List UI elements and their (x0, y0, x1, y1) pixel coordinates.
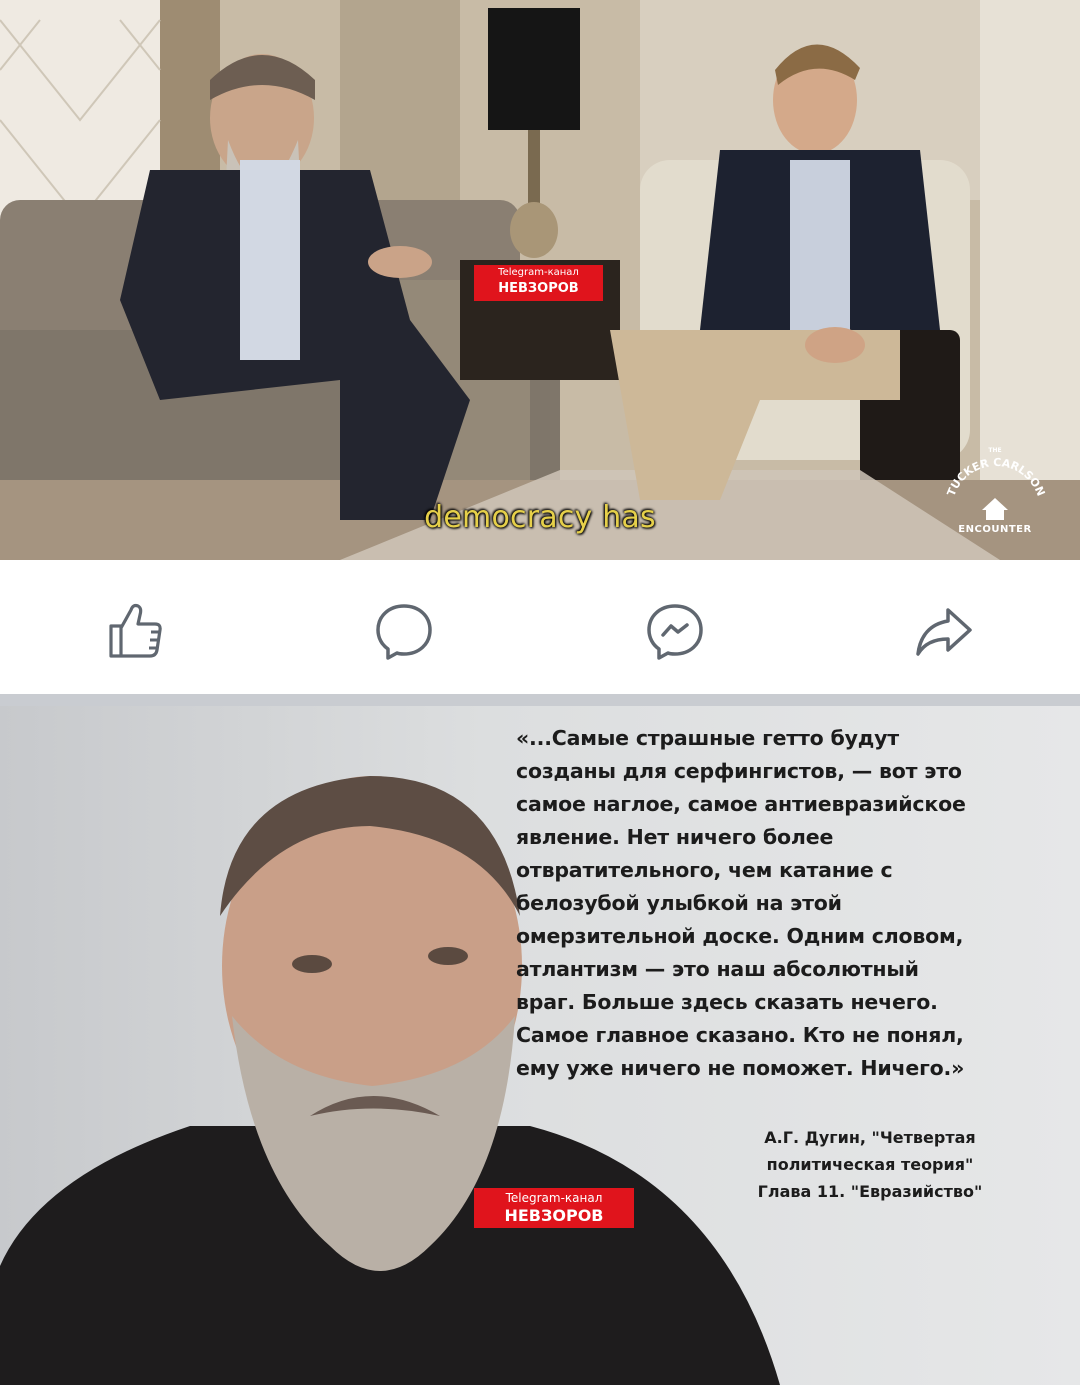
quote-line: враг. Больше здесь сказать нечего. (516, 990, 938, 1014)
thumbs-up-icon (109, 603, 162, 658)
attribution-line: А.Г. Дугин, "Четвертая (764, 1128, 976, 1147)
logo-arc-label: TUCKER CARLSON (945, 456, 1048, 498)
attribution-line: политическая теория" (766, 1155, 974, 1174)
comment-icon (376, 604, 432, 660)
quote-line: явление. Нет ничего более (516, 825, 834, 849)
logo-arc-text: TUCKER CARLSON (945, 456, 1048, 498)
logo-bottom-text: ENCOUNTER (958, 524, 1032, 535)
comment-button[interactable] (372, 598, 436, 662)
share-button[interactable] (912, 598, 976, 662)
logo-top-text: THE (988, 447, 1001, 454)
quote-line: омерзительной доске. Одним словом, (516, 924, 964, 948)
post-action-bar (0, 560, 1080, 694)
watermark-line2: НЕВЗОРОВ (504, 1205, 604, 1225)
post-divider (0, 694, 1080, 706)
share-icon (916, 608, 972, 656)
quote-line: атлантизм — это наш абсолютный (516, 957, 919, 981)
quote-line: созданы для серфингистов, — вот это (516, 759, 962, 783)
quote-image[interactable]: «...Самые страшные гетто будут созданы д… (0, 706, 1080, 1385)
quote-line: Самое главное сказано. Кто не понял, (516, 1023, 964, 1047)
quote-attribution: А.Г. Дугин, "Четвертая политическая теор… (700, 1124, 1040, 1205)
quote-line: белозубой улыбкой на этой (516, 891, 842, 915)
telegram-watermark: Telegram-канал НЕВЗОРОВ (474, 265, 603, 301)
watermark-line1: Telegram-канал (498, 267, 579, 278)
messenger-button[interactable] (643, 598, 707, 662)
video-subtitle: democracy has (424, 500, 656, 535)
watermark-line1: Telegram-канал (505, 1191, 603, 1205)
messenger-icon (647, 604, 703, 660)
quote-line: отвратительного, чем катание с (516, 858, 893, 882)
quote-line: «...Самые страшные гетто будут (516, 726, 899, 750)
watermark-line2: НЕВЗОРОВ (498, 280, 579, 296)
quote-line: самое наглое, самое антиевразийское (516, 792, 966, 816)
cabin-icon (982, 498, 1008, 520)
video-frame[interactable]: Telegram-канал НЕВЗОРОВ democracy has TH… (0, 0, 1080, 560)
tucker-carlson-logo: THE TUCKER CARLSON ENCOUNTER (930, 440, 1060, 540)
attribution-line: Глава 11. "Евразийство" (757, 1182, 983, 1201)
quote-text: «...Самые страшные гетто будут созданы д… (516, 722, 1056, 1085)
quote-line: ему уже ничего не поможет. Ничего.» (516, 1056, 965, 1080)
telegram-watermark-bottom: Telegram-канал НЕВЗОРОВ (474, 1188, 634, 1228)
like-button[interactable] (103, 598, 167, 662)
